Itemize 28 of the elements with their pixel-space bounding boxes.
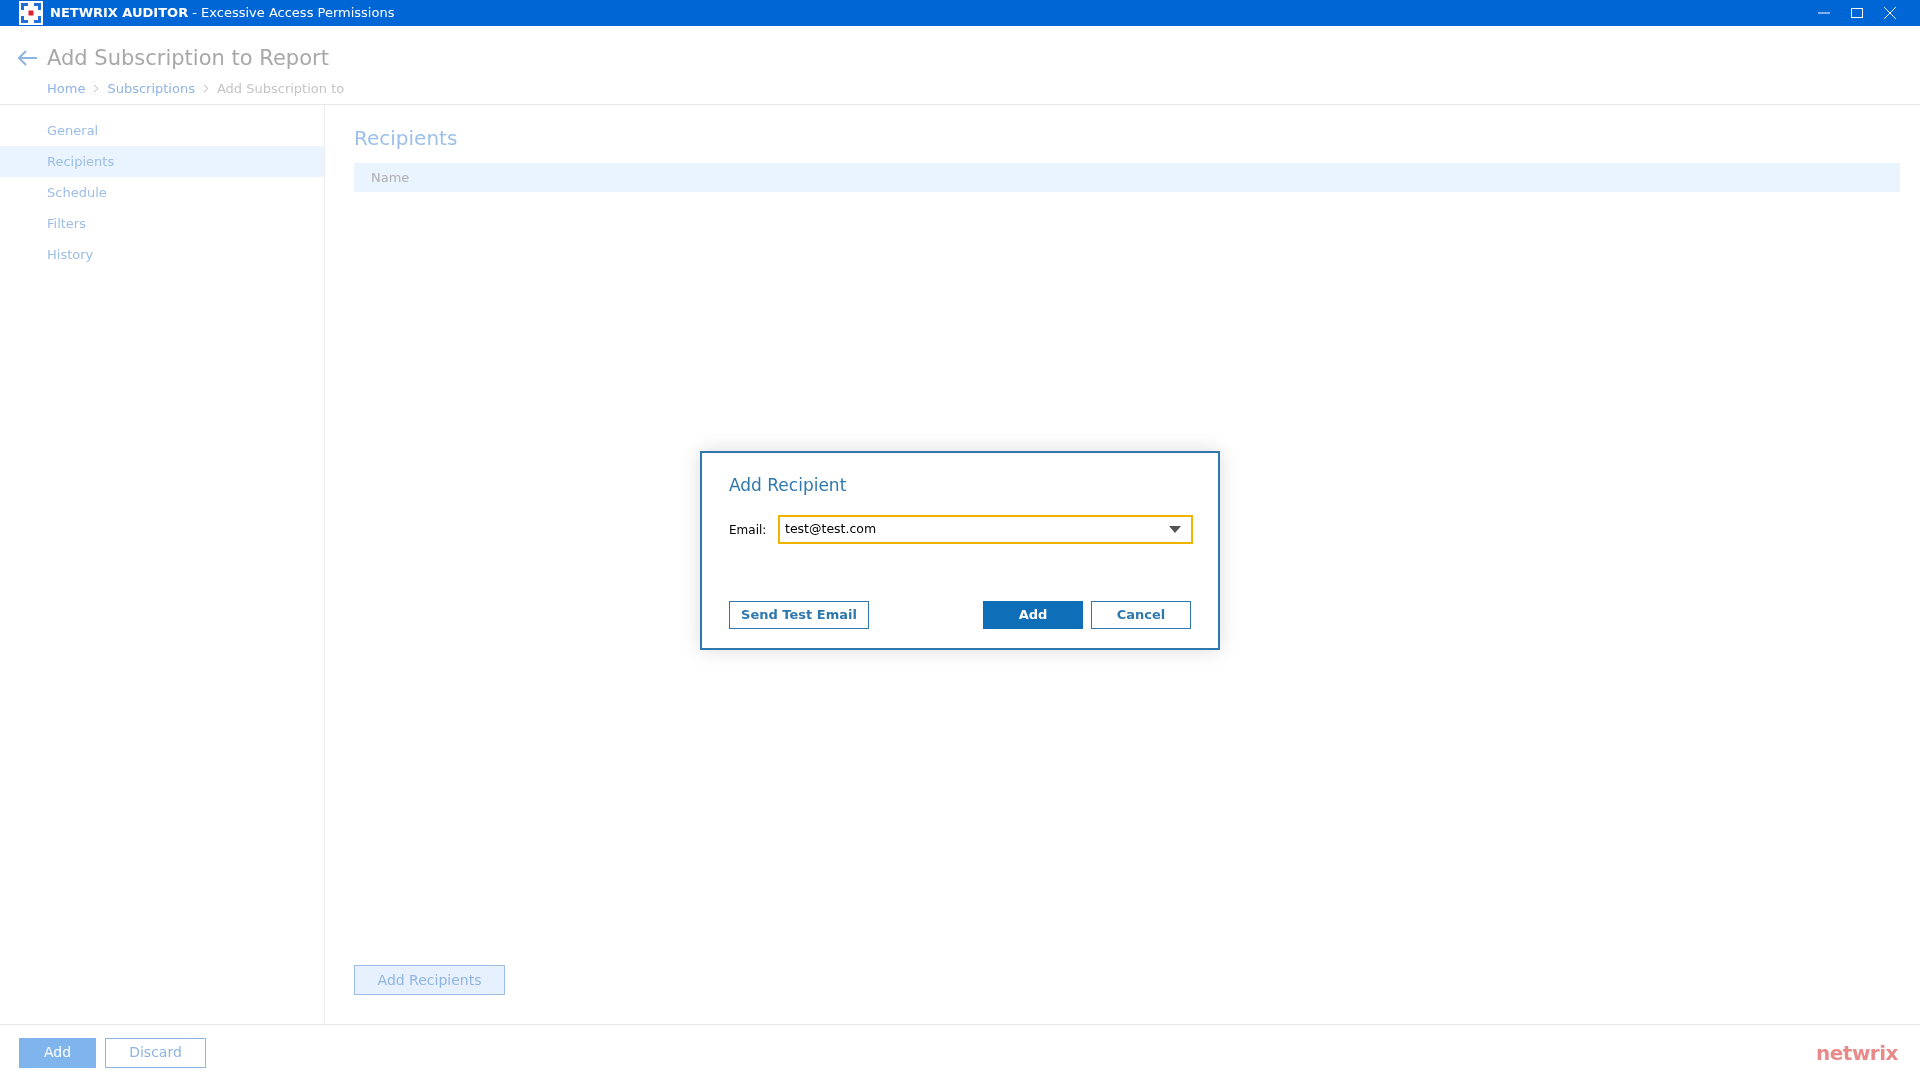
maximize-icon[interactable] [1851, 8, 1863, 18]
dialog-button[interactable]: Add [983, 601, 1083, 629]
footer-button[interactable]: Add [19, 1037, 96, 1068]
dialog-button[interactable]: Cancel [1091, 601, 1191, 629]
dropdown-caret-icon[interactable] [1169, 526, 1181, 533]
section-heading: Recipients [354, 125, 459, 152]
breadcrumb-current: Add Subscription to [216, 80, 345, 98]
sidebar-item[interactable]: General [0, 115, 324, 146]
brand-logo: netwrix [1816, 1039, 1898, 1067]
close-icon[interactable] [1884, 7, 1896, 19]
app-logo-icon [19, 1, 43, 25]
footer-button[interactable]: Discard [105, 1037, 206, 1068]
dialog-title: Add Recipient [729, 474, 847, 497]
column-header: Name [371, 168, 410, 187]
sidebar-item[interactable]: Recipients [0, 146, 324, 177]
add-recipients-button[interactable]: Add Recipients [354, 965, 505, 995]
breadcrumb-link[interactable]: Subscriptions [107, 79, 195, 99]
email-dropdown[interactable]: test@test.com [778, 515, 1193, 544]
page-title: Add Subscription to Report [47, 45, 329, 72]
window-title: NETWRIX AUDITOR - Excessive Access Permissions [50, 4, 395, 23]
sidebar-item[interactable]: Filters [0, 208, 324, 239]
breadcrumb-link[interactable]: Home [47, 79, 86, 99]
chevron-icon [202, 84, 209, 94]
dialog-button[interactable]: Send Test Email [729, 601, 869, 629]
sidebar-item[interactable]: Schedule [0, 177, 324, 208]
chevron-icon [93, 84, 100, 94]
sidebar-item[interactable]: History [0, 239, 324, 270]
email-label: Email: [729, 521, 768, 539]
